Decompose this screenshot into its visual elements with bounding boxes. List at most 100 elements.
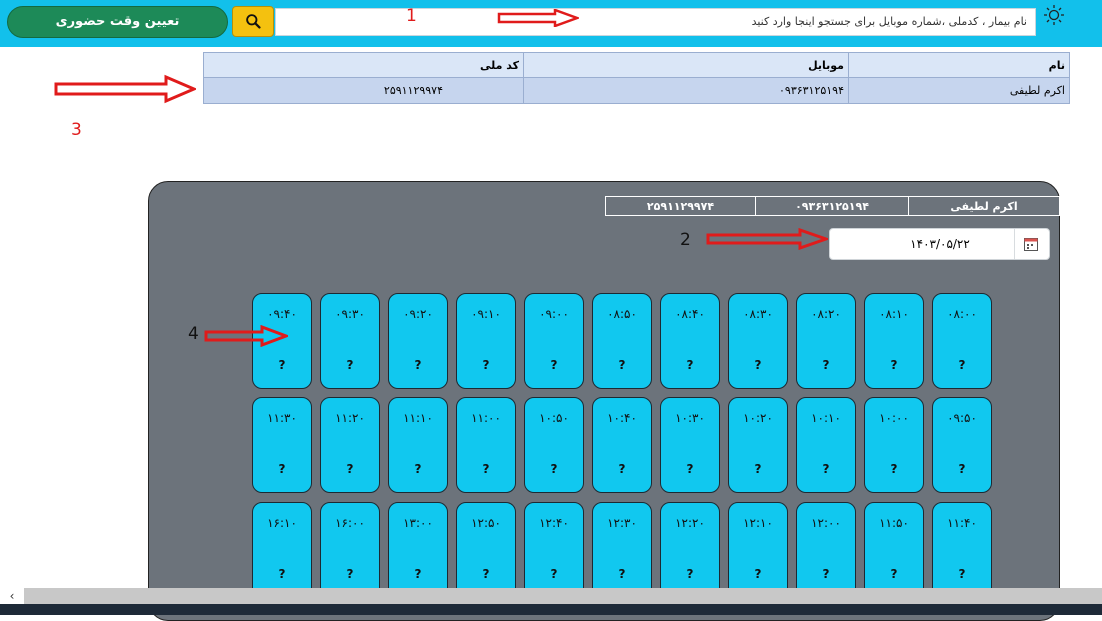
slot-time: ۱۶:۱۰ (267, 516, 297, 530)
slot-time: ۱۲:۵۰ (471, 516, 501, 530)
info-name: اکرم لطیفی (908, 196, 1060, 216)
slot-status: ? (550, 567, 558, 581)
time-slot[interactable]: ۰۸:۰۰? (932, 293, 992, 389)
search-button[interactable] (232, 6, 274, 37)
slot-time: ۱۱:۳۰ (267, 411, 297, 425)
slot-time: ۰۸:۴۰ (675, 307, 705, 321)
time-slot[interactable]: ۱۰:۳۰? (660, 397, 720, 493)
search-placeholder: نام بیمار ، کدملی ،شماره موبایل برای جست… (751, 15, 1027, 28)
slot-status: ? (686, 567, 694, 581)
time-slot[interactable]: ۱۱:۳۰? (252, 397, 312, 493)
slot-time: ۱۰:۴۰ (607, 411, 637, 425)
slot-status: ? (414, 358, 422, 372)
time-slot[interactable]: ۱۶:۰۰? (320, 502, 380, 598)
slot-status: ? (754, 462, 762, 476)
scroll-left-button[interactable]: ‹ (0, 588, 24, 604)
time-slot[interactable]: ۱۳:۰۰? (388, 502, 448, 598)
slot-status: ? (278, 567, 286, 581)
time-slot[interactable]: ۱۲:۳۰? (592, 502, 652, 598)
table-header-row: نام موبایل کد ملی (203, 52, 1070, 78)
calendar-icon[interactable] (1024, 237, 1038, 251)
slot-status: ? (278, 358, 286, 372)
slot-status: ? (550, 358, 558, 372)
annotation-arrow (54, 74, 196, 104)
time-slot[interactable]: ۱۱:۴۰? (932, 502, 992, 598)
time-slot[interactable]: ۰۸:۱۰? (864, 293, 924, 389)
time-slot[interactable]: ۱۱:۰۰? (456, 397, 516, 493)
time-slot[interactable]: ۱۰:۴۰? (592, 397, 652, 493)
slot-time: ۱۰:۲۰ (743, 411, 773, 425)
slot-time: ۰۹:۴۰ (267, 307, 297, 321)
time-slot[interactable]: ۱۰:۵۰? (524, 397, 584, 493)
annotation-number: 3 (71, 120, 82, 140)
time-slot[interactable]: ۰۹:۲۰? (388, 293, 448, 389)
slot-status: ? (618, 462, 626, 476)
slot-time: ۱۳:۰۰ (403, 516, 433, 530)
column-header: کد ملی (203, 52, 524, 78)
time-slot[interactable]: ۱۲:۰۰? (796, 502, 856, 598)
time-slot[interactable]: ۰۹:۰۰? (524, 293, 584, 389)
slot-status: ? (822, 358, 830, 372)
slot-status: ? (618, 358, 626, 372)
horizontal-scrollbar[interactable] (24, 588, 1102, 604)
annotation-number: 1 (406, 6, 417, 26)
time-slot[interactable]: ۱۱:۵۰? (864, 502, 924, 598)
time-slot[interactable]: ۰۸:۵۰? (592, 293, 652, 389)
date-value: ۱۴۰۳/۰۵/۲۲ (910, 237, 970, 251)
date-picker[interactable]: ۱۴۰۳/۰۵/۲۲ (829, 228, 1050, 260)
slot-status: ? (822, 567, 830, 581)
time-slot[interactable]: ۱۰:۲۰? (728, 397, 788, 493)
slot-status: ? (958, 567, 966, 581)
slot-status: ? (686, 358, 694, 372)
time-slot[interactable]: ۱۲:۱۰? (728, 502, 788, 598)
time-slot[interactable]: ۰۹:۳۰? (320, 293, 380, 389)
slot-time: ۱۲:۲۰ (675, 516, 705, 530)
taskbar (0, 604, 1102, 615)
slot-time: ۰۹:۰۰ (539, 307, 569, 321)
slot-status: ? (890, 358, 898, 372)
time-slot[interactable]: ۰۸:۲۰? (796, 293, 856, 389)
slot-time: ۱۲:۳۰ (607, 516, 637, 530)
table-row[interactable]: اکرم لطیفی ۰۹۳۶۳۱۲۵۱۹۴ ۲۵۹۱۱۲۹۹۷۴ (203, 77, 1070, 104)
slot-time: ۰۹:۵۰ (947, 411, 977, 425)
time-slot[interactable]: ۱۰:۱۰? (796, 397, 856, 493)
info-national-code: ۲۵۹۱۱۲۹۹۷۴ (605, 196, 756, 216)
annotation-arrow (706, 228, 828, 250)
slot-status: ? (346, 567, 354, 581)
slot-status: ? (958, 358, 966, 372)
time-slot[interactable]: ۱۲:۴۰? (524, 502, 584, 598)
slot-time: ۱۱:۵۰ (879, 516, 909, 530)
slot-status: ? (414, 462, 422, 476)
column-header: موبایل (523, 52, 849, 78)
time-slot[interactable]: ۰۸:۴۰? (660, 293, 720, 389)
slot-time: ۱۶:۰۰ (335, 516, 365, 530)
slot-status: ? (686, 462, 694, 476)
slot-time: ۱۰:۳۰ (675, 411, 705, 425)
time-slot[interactable]: ۱۱:۲۰? (320, 397, 380, 493)
time-slot[interactable]: ۰۹:۱۰? (456, 293, 516, 389)
time-slot[interactable]: ۱۲:۲۰? (660, 502, 720, 598)
set-appointment-button[interactable]: تعیین وقت حضوری (7, 6, 228, 38)
slot-time: ۰۸:۵۰ (607, 307, 637, 321)
time-slot[interactable]: ۱۱:۱۰? (388, 397, 448, 493)
annotation-number: 2 (680, 230, 691, 250)
slot-status: ? (618, 567, 626, 581)
slot-time: ۱۲:۱۰ (743, 516, 773, 530)
time-slot[interactable]: ۰۹:۵۰? (932, 397, 992, 493)
slot-time: ۰۹:۳۰ (335, 307, 365, 321)
column-header: نام (848, 52, 1070, 78)
search-input[interactable]: نام بیمار ، کدملی ،شماره موبایل برای جست… (275, 8, 1036, 36)
slot-time: ۰۹:۲۰ (403, 307, 433, 321)
slot-time: ۰۹:۱۰ (471, 307, 501, 321)
sun-icon[interactable] (1043, 4, 1065, 26)
slot-status: ? (822, 462, 830, 476)
time-slot[interactable]: ۱۶:۱۰? (252, 502, 312, 598)
time-slot[interactable]: ۰۸:۳۰? (728, 293, 788, 389)
slot-status: ? (550, 462, 558, 476)
slot-time: ۱۱:۴۰ (947, 516, 977, 530)
slot-status: ? (346, 358, 354, 372)
slot-status: ? (482, 567, 490, 581)
slot-status: ? (958, 462, 966, 476)
time-slot[interactable]: ۱۰:۰۰? (864, 397, 924, 493)
time-slot[interactable]: ۱۲:۵۰? (456, 502, 516, 598)
